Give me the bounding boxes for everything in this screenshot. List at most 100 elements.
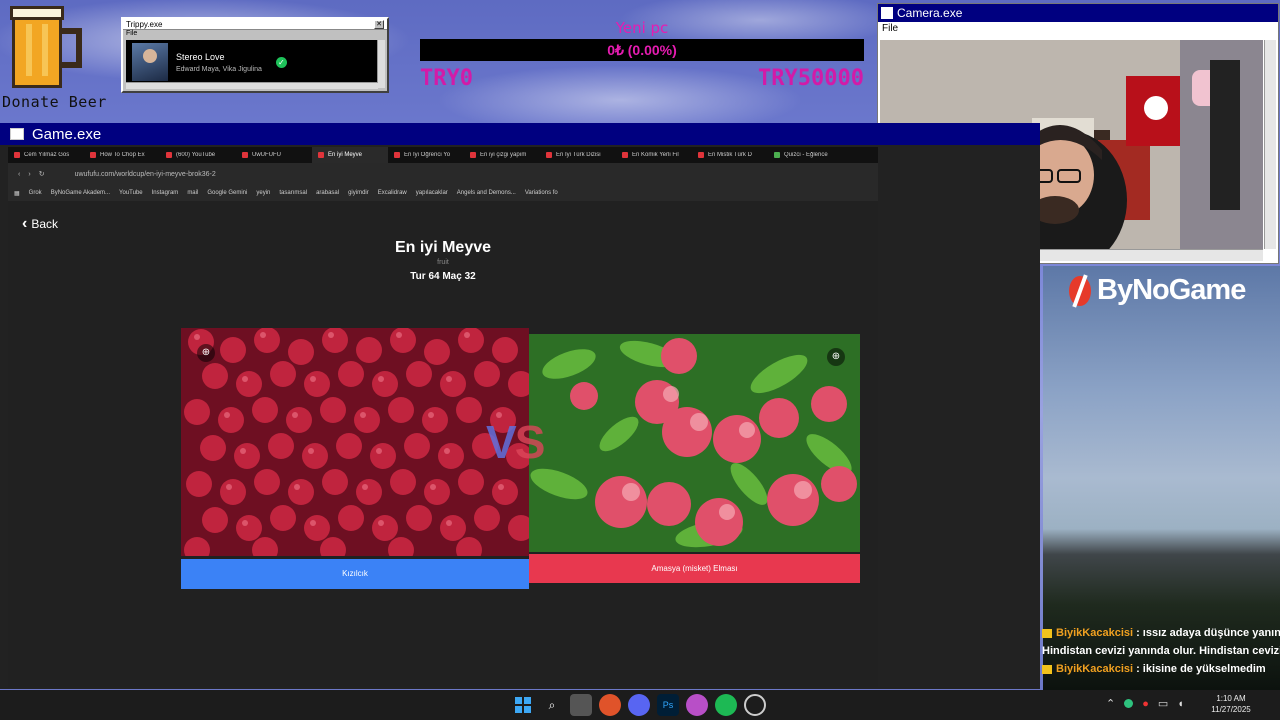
zoom-icon[interactable]: ⊕: [197, 344, 215, 362]
obs-icon[interactable]: [744, 694, 766, 716]
choice-right-image[interactable]: ⊕: [529, 334, 860, 552]
beer-mug-icon: [6, 4, 84, 94]
clock-time: 1:10 AM: [1216, 694, 1246, 703]
clock-date: 11/27/2025: [1211, 705, 1251, 714]
horizontal-scrollbar[interactable]: [126, 82, 378, 89]
choose-left-button[interactable]: Kızılcık: [181, 559, 529, 589]
browser-tab[interactable]: En İyi Öğrenci Yo: [388, 152, 464, 158]
bookmark[interactable]: mail: [187, 190, 198, 196]
vertical-scrollbar[interactable]: [377, 40, 385, 88]
browser-tab-active[interactable]: En iyi Meyve: [312, 147, 388, 163]
game-title-bar: Game.exe: [0, 123, 1040, 145]
page-category: fruit: [437, 259, 449, 266]
reload-icon[interactable]: ↻: [39, 170, 45, 178]
chat-overlay: BiyikKacakcisi : ıssız adaya düşünce yan…: [1042, 624, 1280, 690]
browser-tab[interactable]: En Mistik Türk D: [692, 152, 768, 158]
album-art: [132, 43, 168, 81]
zoom-icon[interactable]: ⊕: [827, 348, 845, 366]
bookmark[interactable]: yeyin: [256, 190, 270, 196]
browser-tab[interactable]: En İyi Türk Dizisi: [540, 152, 616, 158]
brand-logo: ByNoGame: [1069, 274, 1246, 307]
chat-username: BiyikKacakcisi: [1056, 627, 1134, 639]
clock[interactable]: 1:10 AM 11/27/2025: [1206, 693, 1256, 715]
file-explorer-icon[interactable]: [570, 694, 592, 716]
favicon-icon: [242, 152, 248, 158]
choice-left-image[interactable]: ⊕: [181, 328, 529, 556]
system-tray: ⌃ ● ▭ ◖: [1106, 697, 1193, 711]
favicon-icon: [394, 152, 400, 158]
discord-icon[interactable]: [628, 694, 650, 716]
status-icon[interactable]: [1124, 699, 1134, 708]
speaker-icon[interactable]: ◖: [1177, 698, 1184, 710]
browser-tab[interactable]: UwUFUFU: [236, 152, 312, 158]
bookmark[interactable]: yapılacaklar: [416, 190, 448, 196]
bynogame-logo-icon: [1069, 275, 1091, 306]
browser-tab[interactable]: How To Chop Ex: [84, 152, 160, 158]
goal-title: Yeni pc: [615, 19, 669, 37]
chat-text: Hindistan cevizi yanında olur. Hindistan…: [1042, 645, 1280, 657]
bookmark[interactable]: tasarımsal: [279, 190, 307, 196]
trippy-menu-file[interactable]: File: [123, 30, 387, 39]
versus-label: VS: [486, 416, 545, 468]
back-button[interactable]: ‹ Back: [22, 215, 58, 233]
trippy-title-bar: Trippy.exe ✕: [123, 19, 387, 30]
search-icon[interactable]: ⌕: [541, 694, 563, 716]
url-field[interactable]: uwufufu.com/worldcup/en-iyi-meyve-brok36…: [75, 171, 216, 178]
page-title: En iyi Meyve: [394, 239, 492, 256]
favicon-icon: [698, 152, 704, 158]
favicon-icon: [14, 152, 20, 158]
browser-tab[interactable]: En Komik Yerli Fil: [616, 152, 692, 158]
browser-tab[interactable]: Quizci - Eğlence: [768, 152, 844, 158]
window-icon: [10, 128, 24, 140]
now-playing: Stereo Love Edward Maya, Vika Jigulina ✓: [126, 40, 378, 84]
choose-right-button[interactable]: Amasya (misket) Elması: [529, 554, 860, 583]
favicon-icon: [90, 152, 96, 158]
bookmark[interactable]: YouTube: [119, 190, 143, 196]
close-icon[interactable]: ✕: [374, 19, 384, 29]
bookmark[interactable]: ByNoGame Akadem...: [51, 190, 110, 196]
goal-progress-bar: 0₺ (0.00%): [420, 39, 864, 61]
bookmark[interactable]: Grok: [29, 190, 42, 196]
sub-badge-icon: [1042, 628, 1052, 638]
spotify-icon[interactable]: [715, 694, 737, 716]
photoshop-icon[interactable]: Ps: [657, 694, 679, 716]
apps-grid-icon[interactable]: ▦: [14, 190, 20, 197]
network-icon[interactable]: ▭: [1158, 697, 1168, 710]
back-arrow-icon[interactable]: ‹: [18, 171, 20, 178]
chat-text: : ikisine de yükselmedim: [1136, 663, 1266, 675]
address-bar: ‹ › ↻ uwufufu.com/worldcup/en-iyi-meyve-…: [8, 163, 878, 185]
favicon-icon: [318, 152, 324, 158]
taskbar: ⌕ Ps ⌃ ● ▭ ◖ 1:10 AM 11/27/2025: [0, 690, 1280, 720]
bookmark[interactable]: Instagram: [152, 190, 179, 196]
microphone-icon[interactable]: ●: [1142, 698, 1149, 710]
app-icon[interactable]: [686, 694, 708, 716]
round-label: Tur 64 Maç 32: [410, 271, 476, 282]
bookmark[interactable]: giyimdir: [348, 190, 369, 196]
song-artist: Edward Maya, Vika Jigulina: [176, 65, 262, 73]
browser-tab[interactable]: En iyi çizgi yapım: [464, 152, 540, 158]
favicon-icon: [166, 152, 172, 158]
vertical-scrollbar[interactable]: [1264, 40, 1276, 249]
brave-browser-icon[interactable]: [599, 694, 621, 716]
camera-window-icon: [881, 7, 893, 19]
bookmark[interactable]: Variations fo: [525, 190, 558, 196]
game-side-panel: [878, 147, 1038, 687]
browser-tab[interactable]: (600) YouTube: [160, 152, 236, 158]
camera-menu-file[interactable]: File: [878, 22, 1278, 36]
bookmark[interactable]: arabasal: [316, 190, 339, 196]
browser-tab[interactable]: Cem Yılmaz Gos: [8, 152, 84, 158]
bookmark[interactable]: Excalidraw: [378, 190, 407, 196]
game-window: Game.exe Cem Yılmaz Gos How To Chop Ex (…: [0, 123, 1040, 689]
donate-label: Donate Beer: [2, 93, 107, 111]
windows-start-icon[interactable]: [512, 694, 534, 716]
chevron-up-icon[interactable]: ⌃: [1106, 697, 1115, 710]
sub-badge-icon: [1042, 664, 1052, 674]
chat-message: BiyikKacakcisi : ikisine de yükselmedim: [1042, 660, 1280, 678]
forward-arrow-icon[interactable]: ›: [28, 171, 30, 178]
game-title: Game.exe: [32, 125, 102, 143]
bookmark[interactable]: Google Gemini: [207, 190, 247, 196]
camera-title: Camera.exe: [897, 6, 963, 20]
bookmarks-bar: ▦ Grok ByNoGame Akadem... YouTube Instag…: [8, 185, 878, 201]
bookmark[interactable]: Angels and Demons...: [457, 190, 516, 196]
browser: Cem Yılmaz Gos How To Chop Ex (600) YouT…: [8, 147, 878, 687]
